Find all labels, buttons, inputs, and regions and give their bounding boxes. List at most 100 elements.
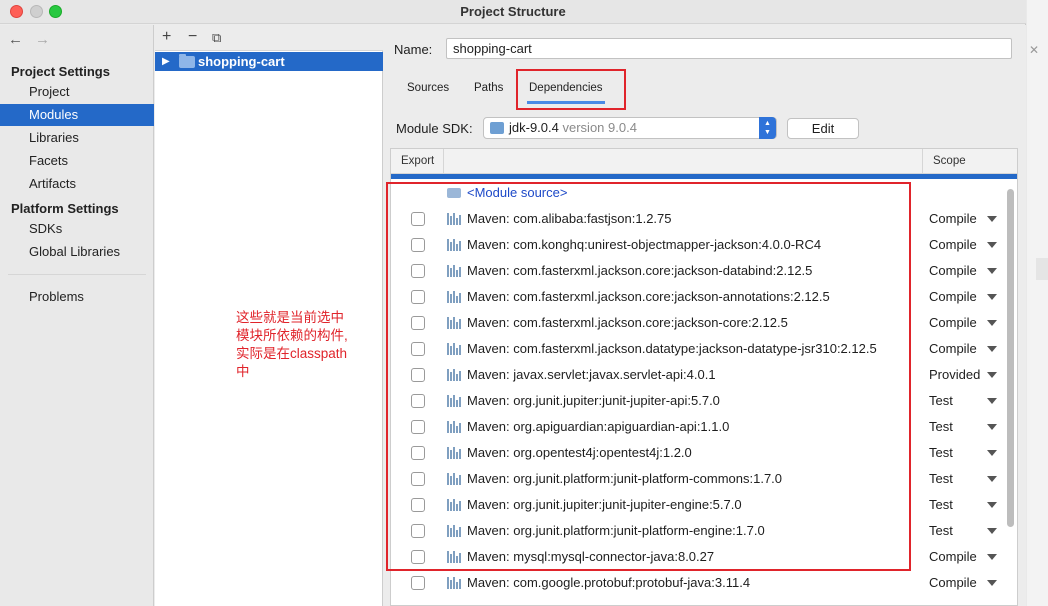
module-tree-item[interactable]: ▶ shopping-cart xyxy=(155,52,383,71)
tab-dependencies[interactable]: Dependencies xyxy=(527,82,605,104)
scope-value[interactable]: Test xyxy=(929,419,953,434)
column-header-scope[interactable]: Scope xyxy=(933,155,966,167)
scope-dropdown-icon[interactable] xyxy=(987,528,997,534)
copy-module-button[interactable]: ⧉ xyxy=(212,30,221,46)
scope-value[interactable]: Compile xyxy=(929,289,977,304)
scope-dropdown-icon[interactable] xyxy=(987,294,997,300)
export-checkbox[interactable] xyxy=(411,212,425,226)
table-row[interactable]: Maven: javax.servlet:javax.servlet-api:4… xyxy=(391,362,1017,388)
sidebar-divider xyxy=(8,274,146,275)
table-row[interactable]: Maven: com.fasterxml.jackson.datatype:ja… xyxy=(391,336,1017,362)
scope-value[interactable]: Compile xyxy=(929,341,977,356)
table-scrollbar[interactable] xyxy=(1007,189,1014,527)
module-source-row[interactable]: <Module source> xyxy=(391,180,1017,206)
settings-sidebar: ← → Project Settings Project Modules Libr… xyxy=(0,25,154,606)
export-checkbox[interactable] xyxy=(411,368,425,382)
export-checkbox[interactable] xyxy=(411,394,425,408)
scope-value[interactable]: Test xyxy=(929,445,953,460)
module-sdk-select[interactable]: jdk-9.0.4 version 9.0.4 ▲ ▼ xyxy=(483,117,777,139)
scope-dropdown-icon[interactable] xyxy=(987,554,997,560)
forward-arrow-icon[interactable]: → xyxy=(35,31,50,48)
back-arrow-icon[interactable]: ← xyxy=(8,31,23,48)
dependency-name: Maven: com.fasterxml.jackson.datatype:ja… xyxy=(467,341,877,356)
scope-value[interactable]: Test xyxy=(929,497,953,512)
scope-value[interactable]: Test xyxy=(929,393,953,408)
dependency-name: Maven: org.junit.jupiter:junit-jupiter-e… xyxy=(467,497,742,512)
sidebar-item-global-libraries[interactable]: Global Libraries xyxy=(0,241,154,263)
table-row[interactable]: Maven: org.junit.platform:junit-platform… xyxy=(391,466,1017,492)
scope-value[interactable]: Provided xyxy=(929,367,980,382)
dependency-name: Maven: org.opentest4j:opentest4j:1.2.0 xyxy=(467,445,692,460)
scope-value[interactable]: Test xyxy=(929,523,953,538)
table-row[interactable]: Maven: com.google.protobuf:protobuf-java… xyxy=(391,570,1017,596)
sidebar-item-project[interactable]: Project xyxy=(0,81,154,103)
scope-value[interactable]: Test xyxy=(929,471,953,486)
scope-value[interactable]: Compile xyxy=(929,549,977,564)
scope-dropdown-icon[interactable] xyxy=(987,320,997,326)
export-checkbox[interactable] xyxy=(411,576,425,590)
scope-dropdown-icon[interactable] xyxy=(987,580,997,586)
scope-value[interactable]: Compile xyxy=(929,237,977,252)
tab-paths[interactable]: Paths xyxy=(474,82,503,94)
export-checkbox[interactable] xyxy=(411,420,425,434)
table-row[interactable]: Maven: org.apiguardian:apiguardian-api:1… xyxy=(391,414,1017,440)
scope-dropdown-icon[interactable] xyxy=(987,346,997,352)
export-checkbox[interactable] xyxy=(411,550,425,564)
table-row[interactable]: Maven: org.opentest4j:opentest4j:1.2.0 Te… xyxy=(391,440,1017,466)
scope-value[interactable]: Compile xyxy=(929,211,977,226)
table-row[interactable]: Maven: org.junit.jupiter:junit-jupiter-e… xyxy=(391,492,1017,518)
export-checkbox[interactable] xyxy=(411,342,425,356)
export-checkbox[interactable] xyxy=(411,290,425,304)
module-source-label: <Module source> xyxy=(467,185,568,200)
sidebar-item-facets[interactable]: Facets xyxy=(0,150,154,172)
export-checkbox[interactable] xyxy=(411,498,425,512)
scope-value[interactable]: Compile xyxy=(929,575,977,590)
export-checkbox[interactable] xyxy=(411,472,425,486)
remove-module-button[interactable]: − xyxy=(188,28,197,46)
close-icon[interactable]: ✕ xyxy=(1029,43,1039,57)
table-row[interactable]: Maven: com.fasterxml.jackson.core:jackso… xyxy=(391,284,1017,310)
export-checkbox[interactable] xyxy=(411,524,425,538)
table-row[interactable]: Maven: com.fasterxml.jackson.core:jackso… xyxy=(391,310,1017,336)
expand-arrow-icon[interactable]: ▶ xyxy=(162,52,170,71)
library-icon xyxy=(447,421,463,433)
sidebar-item-artifacts[interactable]: Artifacts xyxy=(0,173,154,195)
sidebar-item-problems[interactable]: Problems xyxy=(0,286,154,308)
table-row[interactable]: Maven: org.junit.platform:junit-platform… xyxy=(391,518,1017,544)
scope-dropdown-icon[interactable] xyxy=(987,502,997,508)
table-row[interactable]: Maven: mysql:mysql-connector-java:8.0.27… xyxy=(391,544,1017,570)
export-checkbox[interactable] xyxy=(411,238,425,252)
scope-dropdown-icon[interactable] xyxy=(987,398,997,404)
sidebar-item-modules[interactable]: Modules xyxy=(0,104,154,126)
column-header-export[interactable]: Export xyxy=(401,155,434,167)
table-row[interactable]: Maven: com.fasterxml.jackson.core:jackso… xyxy=(391,258,1017,284)
table-row[interactable]: Maven: com.konghq:unirest-objectmapper-j… xyxy=(391,232,1017,258)
export-checkbox[interactable] xyxy=(411,316,425,330)
export-checkbox[interactable] xyxy=(411,446,425,460)
scope-dropdown-icon[interactable] xyxy=(987,242,997,248)
edit-sdk-button[interactable]: Edit xyxy=(787,118,859,139)
scope-dropdown-icon[interactable] xyxy=(987,450,997,456)
module-tabs: Sources Paths Dependencies xyxy=(384,70,1026,104)
scope-dropdown-icon[interactable] xyxy=(987,476,997,482)
annotation-note-line: 模块所依赖的构件, xyxy=(236,328,348,343)
module-name-field[interactable]: shopping-cart xyxy=(446,38,1012,59)
sidebar-item-libraries[interactable]: Libraries xyxy=(0,127,154,149)
scope-dropdown-icon[interactable] xyxy=(987,268,997,274)
scope-dropdown-icon[interactable] xyxy=(987,216,997,222)
table-row[interactable]: Maven: org.junit.jupiter:junit-jupiter-a… xyxy=(391,388,1017,414)
scope-dropdown-icon[interactable] xyxy=(987,372,997,378)
scope-value[interactable]: Compile xyxy=(929,315,977,330)
scope-dropdown-icon[interactable] xyxy=(987,424,997,430)
sidebar-item-sdks[interactable]: SDKs xyxy=(0,218,154,240)
column-divider xyxy=(443,149,444,174)
tab-sources[interactable]: Sources xyxy=(407,82,449,94)
add-module-button[interactable]: + xyxy=(162,28,171,46)
select-stepper-icon[interactable]: ▲ ▼ xyxy=(759,117,776,139)
dependency-name: Maven: com.fasterxml.jackson.core:jackso… xyxy=(467,263,813,278)
table-row[interactable]: Maven: com.alibaba:fastjson:1.2.75 Compil… xyxy=(391,206,1017,232)
title-bar: Project Structure xyxy=(0,0,1026,24)
module-sdk-label: Module SDK: xyxy=(396,121,473,136)
export-checkbox[interactable] xyxy=(411,264,425,278)
scope-value[interactable]: Compile xyxy=(929,263,977,278)
